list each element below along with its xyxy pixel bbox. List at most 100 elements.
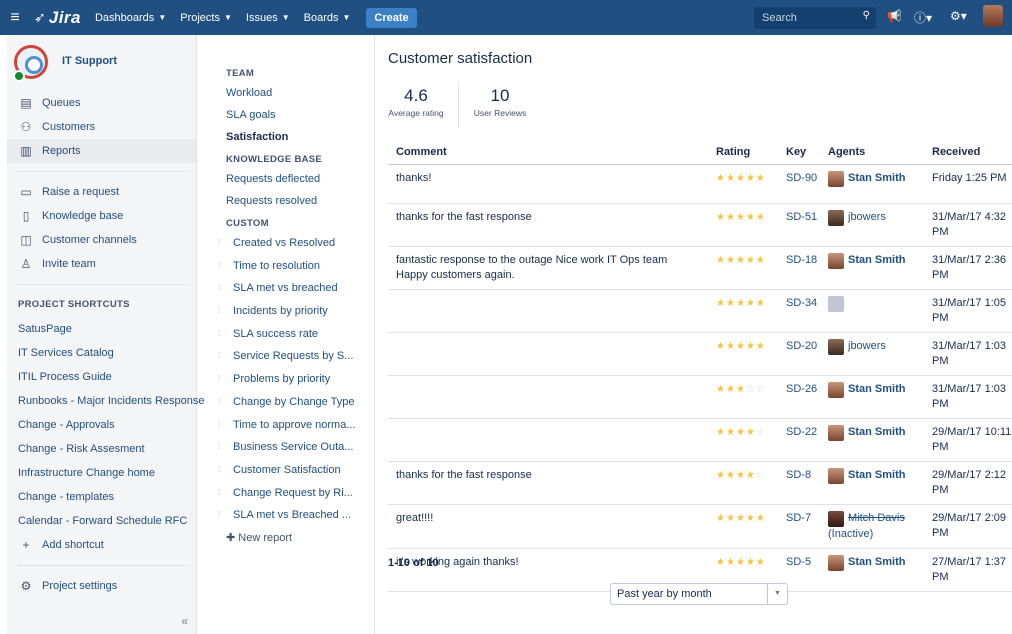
drag-handle-icon[interactable]: ⁞ — [218, 482, 233, 505]
report-link-custom[interactable]: ⁞ Service Requests by S... — [218, 345, 366, 368]
nav-boards[interactable]: Boards ▼ — [304, 12, 351, 24]
avatar[interactable] — [828, 554, 844, 571]
sidebar-item-customers[interactable]: ⚇ Customers — [7, 115, 196, 139]
report-link-custom[interactable]: ⁞ Time to resolution — [218, 255, 366, 278]
nav-issues[interactable]: Issues ▼ — [246, 12, 290, 24]
report-link-custom[interactable]: ⁞ Change by Change Type — [218, 391, 366, 414]
issue-key-link[interactable]: SD-7 — [778, 504, 820, 549]
shortcut-link[interactable]: Calendar - Forward Schedule RFC — [7, 509, 196, 533]
agent-name-link[interactable]: Stan Smith — [848, 382, 905, 397]
feedback-icon[interactable]: 📢 — [887, 9, 902, 23]
agent-name-link[interactable]: jbowers — [848, 210, 886, 225]
app-switcher-icon[interactable]: ≡ — [2, 9, 28, 27]
report-link-custom[interactable]: ⁞ SLA success rate — [218, 323, 366, 346]
report-link-custom[interactable]: ⁞ SLA met vs Breached ... — [218, 504, 366, 527]
report-link-requests-deflected[interactable]: Requests deflected — [226, 168, 366, 190]
sidebar-item-customer-channels[interactable]: ◫ Customer channels — [7, 228, 196, 252]
shortcut-link[interactable]: ITIL Process Guide — [7, 365, 196, 389]
report-link-custom[interactable]: ⁞ Time to approve norma... — [218, 414, 366, 437]
report-link-requests-resolved[interactable]: Requests resolved — [226, 190, 366, 212]
nav-dashboards[interactable]: Dashboards ▼ — [95, 12, 166, 24]
period-select[interactable]: Past year by month ▼ — [610, 583, 788, 605]
drag-handle-icon[interactable]: ⁞ — [218, 323, 233, 346]
column-header-received[interactable]: Received — [924, 140, 1012, 165]
sidebar-item-reports[interactable]: ▥ Reports — [7, 139, 196, 163]
agent-name-link[interactable]: Mitch Davis — [848, 511, 905, 526]
drag-handle-icon[interactable]: ⁞ — [218, 345, 233, 368]
agent-name-link[interactable]: Stan Smith — [848, 468, 905, 483]
column-header-key[interactable]: Key — [778, 140, 820, 165]
agent-name-link[interactable]: Stan Smith — [848, 253, 905, 268]
avatar[interactable] — [828, 424, 844, 441]
issue-key-link[interactable]: SD-34 — [778, 289, 820, 333]
issue-key-link[interactable]: SD-26 — [778, 375, 820, 419]
issue-key-link[interactable]: SD-51 — [778, 203, 820, 247]
avatar[interactable] — [828, 510, 844, 527]
avatar[interactable] — [828, 209, 844, 226]
report-link-custom[interactable]: ⁞ Incidents by priority — [218, 300, 366, 323]
issue-key-link[interactable]: SD-8 — [778, 461, 820, 505]
jira-logo[interactable]: ➶ Jira — [34, 8, 81, 28]
drag-handle-icon[interactable]: ⁞ — [218, 391, 233, 414]
report-link-custom[interactable]: ⁞ Created vs Resolved — [218, 232, 366, 255]
shortcut-link[interactable]: Runbooks - Major Incidents Response — [7, 389, 204, 413]
project-settings-link[interactable]: ⚙ Project settings — [7, 574, 196, 598]
shortcut-link[interactable]: IT Services Catalog — [7, 341, 196, 365]
project-name[interactable]: IT Support — [62, 55, 117, 67]
drag-handle-icon[interactable]: ⁞ — [218, 436, 233, 459]
drag-handle-icon[interactable]: ⁞ — [218, 300, 233, 323]
drag-handle-icon[interactable]: ⁞ — [218, 232, 233, 255]
issue-key-link[interactable]: SD-20 — [778, 332, 820, 376]
sidebar-item-raise-request[interactable]: ▭ Raise a request — [7, 180, 196, 204]
report-link-workload[interactable]: Workload — [226, 82, 366, 104]
collapse-sidebar-icon[interactable]: « — [181, 614, 188, 628]
new-report-button[interactable]: ✚ New report — [226, 527, 366, 549]
shortcut-link[interactable]: Change - templates — [7, 485, 196, 509]
avatar[interactable] — [828, 170, 844, 187]
column-header-agents[interactable]: Agents — [820, 140, 924, 165]
agent-name-link[interactable]: Stan Smith — [848, 425, 905, 440]
drag-handle-icon[interactable]: ⁞ — [218, 504, 233, 527]
settings-icon[interactable]: ⚙▾ — [950, 9, 967, 23]
avatar[interactable] — [828, 381, 844, 398]
shortcut-link[interactable]: Infrastructure Change home — [7, 461, 196, 485]
user-avatar[interactable] — [983, 5, 1003, 27]
column-header-comment[interactable]: Comment — [388, 140, 708, 165]
issue-key-link[interactable]: SD-18 — [778, 246, 820, 290]
project-header[interactable]: IT Support — [7, 35, 196, 91]
agent-name-link[interactable]: Stan Smith — [848, 555, 905, 570]
report-link-custom[interactable]: ⁞ Business Service Outa... — [218, 436, 366, 459]
report-link-custom[interactable]: ⁞ SLA met vs breached — [218, 277, 366, 300]
sidebar-item-queues[interactable]: ▤ Queues — [7, 91, 196, 115]
shortcut-link[interactable]: SatusPage — [7, 317, 196, 341]
report-link-sla-goals[interactable]: SLA goals — [226, 104, 366, 126]
agent-name-link[interactable]: Stan Smith — [848, 171, 905, 186]
shortcut-link[interactable]: Change - Risk Assesment — [7, 437, 196, 461]
sidebar-item-invite-team[interactable]: ♙ Invite team — [7, 252, 196, 276]
create-button[interactable]: Create — [366, 7, 417, 28]
report-link-custom[interactable]: ⁞ Change Request by Ri... — [218, 482, 366, 505]
issue-key-link[interactable]: SD-22 — [778, 418, 820, 462]
avatar[interactable] — [828, 467, 844, 484]
search-input[interactable]: Search ⚲ — [754, 7, 876, 29]
report-link-custom[interactable]: ⁞ Customer Satisfaction — [218, 459, 366, 482]
drag-handle-icon[interactable]: ⁞ — [218, 414, 233, 437]
report-link-satisfaction[interactable]: Satisfaction — [226, 126, 366, 148]
add-shortcut-button[interactable]: + Add shortcut — [7, 533, 196, 557]
avatar[interactable] — [828, 338, 844, 355]
avatar[interactable] — [828, 252, 844, 269]
drag-handle-icon[interactable]: ⁞ — [218, 459, 233, 482]
help-icon[interactable]: ⓘ▾ — [914, 9, 932, 26]
received-cell: 27/Mar/17 1:37 PM — [924, 548, 1012, 592]
report-link-custom[interactable]: ⁞ Problems by priority — [218, 368, 366, 391]
issue-key-link[interactable]: SD-90 — [778, 164, 820, 204]
column-header-rating[interactable]: Rating — [708, 140, 778, 165]
avatar[interactable] — [828, 295, 844, 312]
agent-name-link[interactable]: jbowers — [848, 339, 886, 354]
drag-handle-icon[interactable]: ⁞ — [218, 255, 233, 278]
shortcut-link[interactable]: Change - Approvals — [7, 413, 196, 437]
drag-handle-icon[interactable]: ⁞ — [218, 368, 233, 391]
nav-projects[interactable]: Projects ▼ — [180, 12, 232, 24]
drag-handle-icon[interactable]: ⁞ — [218, 277, 233, 300]
sidebar-item-knowledge-base[interactable]: ▯ Knowledge base — [7, 204, 196, 228]
